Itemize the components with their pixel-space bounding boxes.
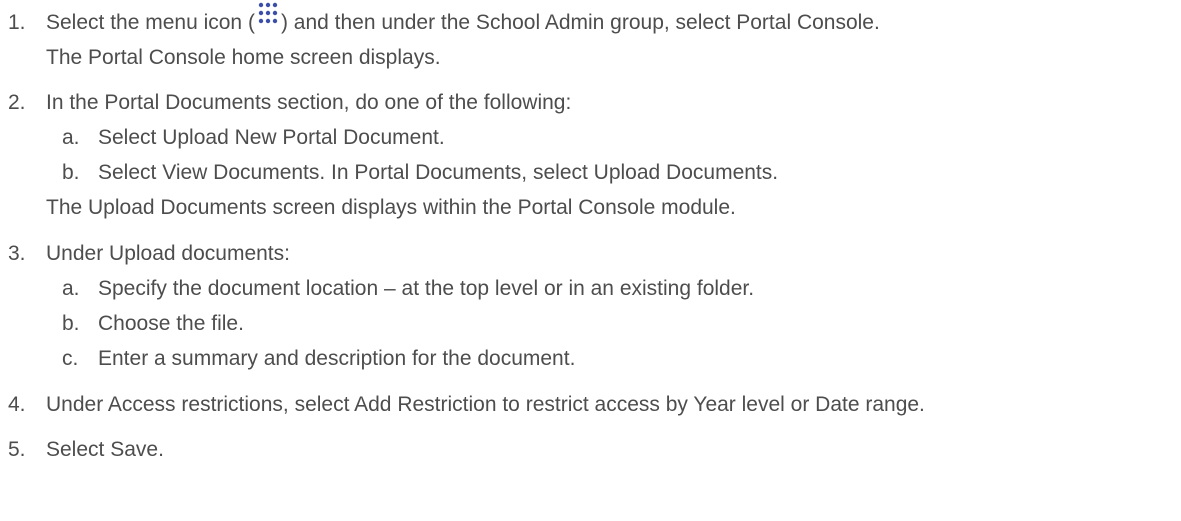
step-text: Select the menu icon ( ) and then under … — [46, 2, 880, 35]
step-result: The Portal Console home screen displays. — [46, 46, 441, 69]
step-number: 2. — [8, 91, 26, 114]
step-number: 4. — [8, 393, 26, 416]
menu-dots-icon — [255, 2, 281, 35]
step-text: Under Access restrictions, select Add Re… — [46, 393, 925, 416]
substep-letter: b. — [62, 161, 80, 184]
substep-letter: b. — [62, 312, 80, 335]
substep-text: Enter a summary and description for the … — [98, 347, 576, 370]
step-text-after-icon: ) and then under the School Admin group,… — [280, 11, 880, 34]
instructions-page: { "accent_color": "#3b4fa8", "icon": "me… — [0, 0, 1181, 521]
substep-letter: a. — [62, 126, 80, 149]
step-text-before-icon: Select the menu icon ( — [46, 11, 255, 34]
step-number: 1. — [8, 11, 26, 34]
step-number: 3. — [8, 242, 26, 265]
substep-letter: c. — [62, 347, 79, 370]
substep-text: Choose the file. — [98, 312, 244, 335]
step-text: Select Save. — [46, 438, 164, 461]
substep-text: Specify the document location – at the t… — [98, 277, 755, 300]
step-text: Under Upload documents: — [46, 242, 290, 265]
substep-text: Select Upload New Portal Document. — [98, 126, 445, 149]
step-number: 5. — [8, 438, 26, 461]
substep-letter: a. — [62, 277, 80, 300]
step-text: In the Portal Documents section, do one … — [46, 91, 572, 114]
substep-text: Select View Documents. In Portal Documen… — [98, 161, 779, 184]
step-result: The Upload Documents screen displays wit… — [46, 196, 736, 219]
